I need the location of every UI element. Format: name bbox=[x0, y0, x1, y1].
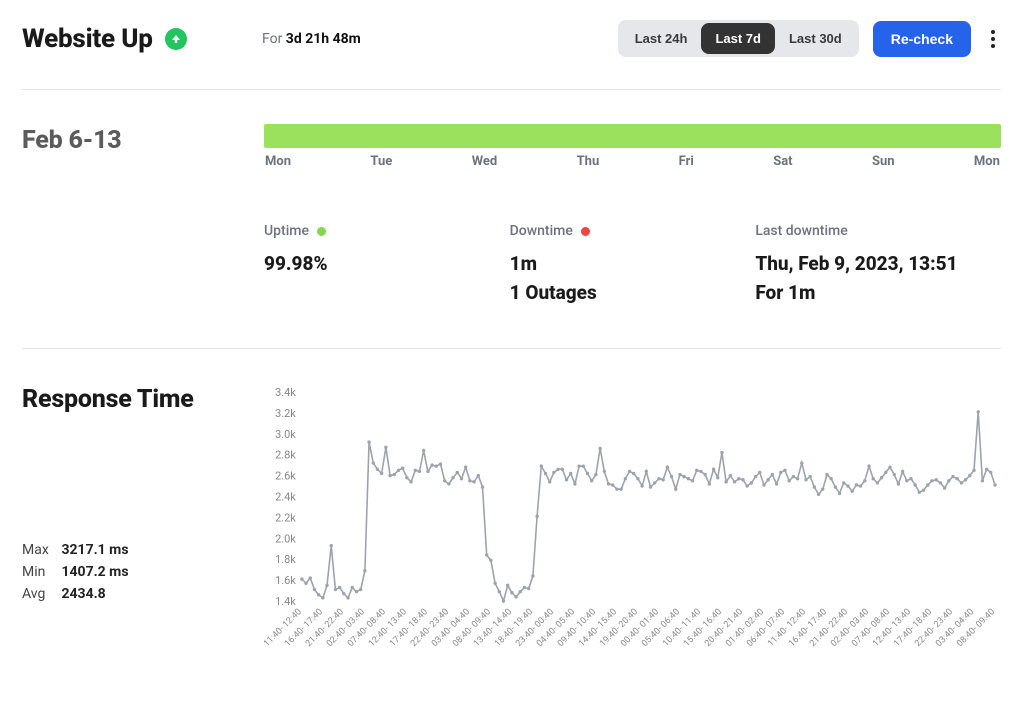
day-label: Sat bbox=[773, 154, 792, 169]
uptime-dot-icon bbox=[317, 227, 326, 236]
day-label: Wed bbox=[472, 154, 498, 169]
svg-text:3.0k: 3.0k bbox=[275, 428, 296, 441]
downtime-dot-icon bbox=[581, 227, 590, 236]
up-arrow-icon bbox=[165, 28, 187, 50]
uptime-duration: For 3d 21h 48m bbox=[262, 31, 361, 47]
svg-text:3.4k: 3.4k bbox=[275, 386, 296, 399]
day-label: Thu bbox=[577, 154, 600, 169]
response-time-chart: 3.4k 3.2k 3.0k 2.8k 2.6k 2.4k 2.2k 2.0k 1.8k 1.6k… bbox=[264, 383, 1001, 672]
range-button[interactable]: Last 24h bbox=[621, 23, 702, 54]
response-time-title: Response Time bbox=[22, 383, 264, 414]
day-label: Fri bbox=[679, 154, 694, 169]
last-downtime-stat: Last downtime Thu, Feb 9, 2023, 13:51 Fo… bbox=[755, 223, 1001, 308]
page-title: Website Up bbox=[22, 24, 153, 54]
svg-text:2.4k: 2.4k bbox=[275, 490, 296, 503]
time-range-toggle: Last 24hLast 7dLast 30d bbox=[618, 20, 859, 57]
response-time-summary: Max 3217.1 ms Min 1407.2 ms Avg 2434.8 bbox=[22, 542, 264, 602]
date-range-title: Feb 6-13 bbox=[22, 124, 264, 308]
svg-text:3.2k: 3.2k bbox=[275, 407, 296, 420]
recheck-button[interactable]: Re-check bbox=[873, 21, 971, 57]
svg-text:2.8k: 2.8k bbox=[275, 449, 296, 462]
day-label: Tue bbox=[370, 154, 392, 169]
uptime-timeline-bar bbox=[264, 124, 1001, 148]
range-button[interactable]: Last 7d bbox=[701, 23, 775, 54]
uptime-stat: Uptime 99.98% bbox=[264, 223, 510, 308]
svg-text:2.6k: 2.6k bbox=[275, 469, 296, 482]
downtime-stat: Downtime 1m 1 Outages bbox=[510, 223, 756, 308]
svg-text:1.4k: 1.4k bbox=[275, 595, 296, 608]
svg-text:2.0k: 2.0k bbox=[275, 532, 296, 545]
range-button[interactable]: Last 30d bbox=[775, 23, 856, 54]
kebab-menu-icon[interactable] bbox=[985, 24, 1001, 54]
day-labels: Mon Tue Wed Thu Fri Sat Sun Mon bbox=[264, 154, 1001, 169]
day-label: Mon bbox=[265, 154, 291, 169]
svg-text:1.8k: 1.8k bbox=[275, 553, 296, 566]
day-label: Mon bbox=[974, 154, 1000, 169]
svg-text:2.2k: 2.2k bbox=[275, 511, 296, 524]
svg-text:1.6k: 1.6k bbox=[275, 574, 296, 587]
day-label: Sun bbox=[872, 154, 895, 169]
